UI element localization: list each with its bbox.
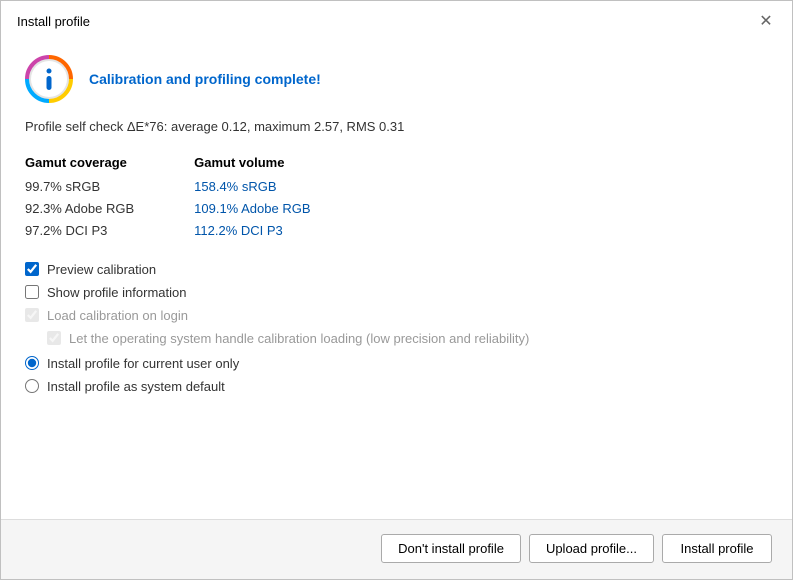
install-profile-button[interactable]: Install profile bbox=[662, 534, 772, 563]
show-profile-checkbox[interactable] bbox=[25, 285, 39, 299]
preview-calibration-row: Preview calibration bbox=[25, 262, 768, 277]
close-button[interactable]: ✕ bbox=[756, 11, 776, 31]
load-calibration-label: Load calibration on login bbox=[47, 308, 188, 323]
load-calibration-checkbox bbox=[25, 308, 39, 322]
gamut-coverage-header: Gamut coverage bbox=[25, 155, 134, 170]
show-profile-label[interactable]: Show profile information bbox=[47, 285, 186, 300]
system-default-radio[interactable] bbox=[25, 379, 39, 393]
system-default-row: Install profile as system default bbox=[25, 379, 768, 394]
preview-calibration-label[interactable]: Preview calibration bbox=[47, 262, 156, 277]
calibration-status: Calibration and profiling complete! bbox=[89, 71, 321, 87]
dont-install-button[interactable]: Don't install profile bbox=[381, 534, 521, 563]
load-calibration-row: Load calibration on login bbox=[25, 308, 768, 323]
gamut-volume-header: Gamut volume bbox=[194, 155, 310, 170]
current-user-radio[interactable] bbox=[25, 356, 39, 370]
current-user-label[interactable]: Install profile for current user only bbox=[47, 356, 239, 371]
dialog-title: Install profile bbox=[17, 14, 90, 29]
gamut-volume-row-1: 109.1% Adobe RGB bbox=[194, 198, 310, 220]
gamut-coverage-col: Gamut coverage 99.7% sRGB 92.3% Adobe RG… bbox=[25, 155, 134, 242]
status-header: Calibration and profiling complete! bbox=[25, 55, 768, 103]
self-check-text: Profile self check ΔE*76: average 0.12, … bbox=[25, 117, 768, 137]
os-handle-label: Let the operating system handle calibrat… bbox=[69, 331, 529, 346]
title-bar: Install profile ✕ bbox=[1, 1, 792, 39]
os-handle-row: Let the operating system handle calibrat… bbox=[47, 331, 768, 346]
gamut-volume-col: Gamut volume 158.4% sRGB 109.1% Adobe RG… bbox=[194, 155, 310, 242]
gamut-coverage-row-2: 97.2% DCI P3 bbox=[25, 220, 134, 242]
gamut-volume-row-2: 112.2% DCI P3 bbox=[194, 220, 310, 242]
upload-profile-button[interactable]: Upload profile... bbox=[529, 534, 654, 563]
preview-calibration-checkbox[interactable] bbox=[25, 262, 39, 276]
show-profile-row: Show profile information bbox=[25, 285, 768, 300]
info-icon bbox=[25, 55, 73, 103]
gamut-coverage-row-0: 99.7% sRGB bbox=[25, 176, 134, 198]
system-default-label[interactable]: Install profile as system default bbox=[47, 379, 225, 394]
gamut-volume-row-0: 158.4% sRGB bbox=[194, 176, 310, 198]
current-user-row: Install profile for current user only bbox=[25, 356, 768, 371]
os-handle-checkbox bbox=[47, 331, 61, 345]
install-profile-dialog: Install profile ✕ bbox=[0, 0, 793, 580]
gamut-table: Gamut coverage 99.7% sRGB 92.3% Adobe RG… bbox=[25, 155, 768, 242]
gamut-coverage-row-1: 92.3% Adobe RGB bbox=[25, 198, 134, 220]
dialog-footer: Don't install profile Upload profile... … bbox=[1, 519, 792, 579]
dialog-content: Calibration and profiling complete! Prof… bbox=[1, 39, 792, 519]
